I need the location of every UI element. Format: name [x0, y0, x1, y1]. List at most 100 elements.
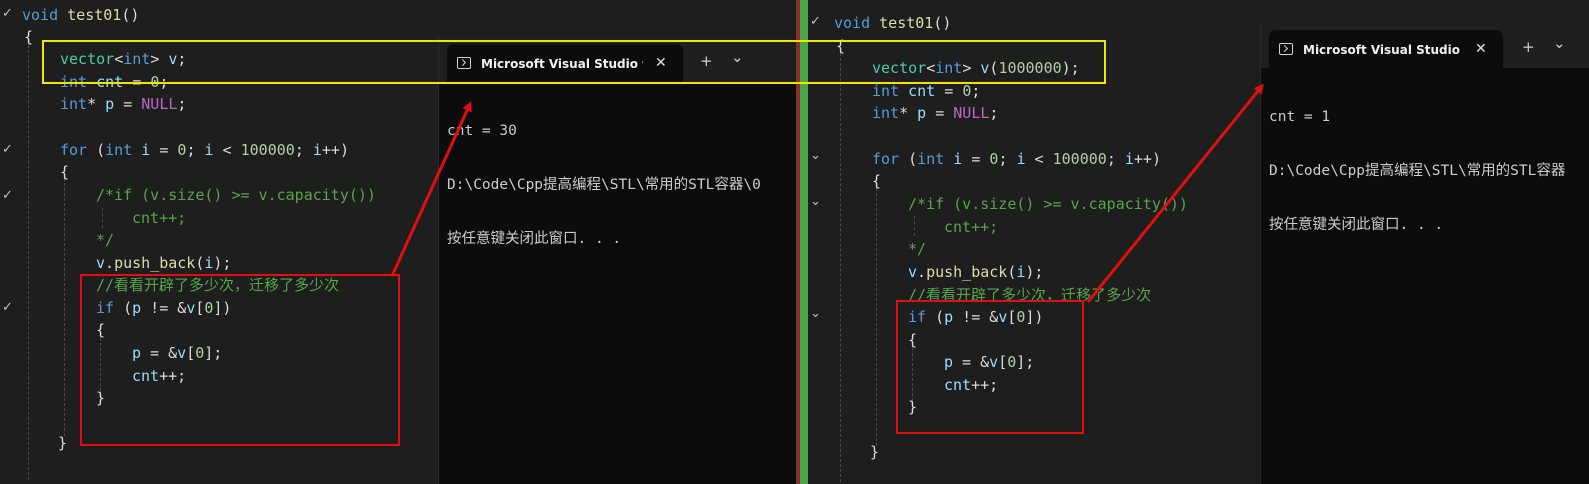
highlight-box-right-if-block: [896, 300, 1084, 434]
console-output: cnt = 1 D:\Code\Cpp提高编程\STL\常用的STL容器 按任意…: [1269, 72, 1565, 270]
code-token: .: [105, 254, 115, 272]
console-line: cnt = 1: [1269, 109, 1331, 125]
code-line: cnt++;: [132, 207, 186, 229]
code-token: int: [60, 95, 88, 113]
code-token: {: [60, 163, 70, 181]
code-token: int: [105, 141, 142, 159]
chevron-down-icon[interactable]: ⌄: [1553, 34, 1566, 52]
code-token: ++): [321, 141, 349, 159]
code-token: }: [58, 434, 68, 452]
code-token: cnt++;: [944, 218, 999, 236]
code-token: push_back: [926, 263, 1008, 281]
code-token: (: [908, 150, 918, 168]
code-token: }: [870, 443, 880, 461]
code-token: 100000: [240, 141, 295, 159]
code-line: int* p = NULL;: [872, 102, 998, 124]
indent-guide: [840, 48, 841, 482]
code-token: <: [1025, 150, 1053, 168]
code-token: =: [150, 141, 178, 159]
code-token: int: [872, 104, 900, 122]
code-token: push_back: [114, 254, 196, 272]
code-token: /*if (v.size() >= v.capacity()): [908, 195, 1188, 213]
fold-check-icon: ✓: [2, 6, 13, 21]
console-line: 按任意键关闭此窗口. . .: [447, 231, 622, 247]
indent-guide: [28, 40, 29, 480]
fold-check-icon: ✓: [2, 142, 13, 157]
code-token: );: [1025, 263, 1044, 281]
console-output: cnt = 30 D:\Code\Cpp提高编程\STL\常用的STL容器\0 …: [447, 86, 761, 284]
code-token: /*if (v.size() >= v.capacity()): [96, 186, 376, 204]
code-token: void: [834, 14, 880, 32]
code-line: v.push_back(i);: [908, 261, 1043, 283]
code-token: );: [213, 254, 232, 272]
code-line: */: [908, 238, 926, 260]
code-line: {: [60, 161, 69, 183]
code-token: for: [872, 150, 909, 168]
code-line: for (int i = 0; i < 100000; i++): [872, 148, 1161, 170]
code-token: (): [933, 14, 952, 32]
code-line: v.push_back(i);: [96, 252, 231, 274]
code-token: ;: [294, 141, 313, 159]
code-line: /*if (v.size() >= v.capacity()): [908, 193, 1188, 215]
indent-guide: [64, 178, 65, 436]
code-line: int* p = NULL;: [60, 93, 186, 115]
code-token: 100000: [1052, 150, 1107, 168]
code-line: }: [58, 432, 67, 454]
code-token: p: [105, 95, 115, 113]
fold-collapse-icon[interactable]: ⌄: [810, 148, 821, 163]
code-token: ;: [177, 95, 187, 113]
code-token: *: [899, 104, 918, 122]
fold-collapse-icon[interactable]: ⌄: [810, 194, 821, 209]
code-token: i: [312, 141, 322, 159]
code-line: cnt++;: [944, 216, 998, 238]
left-debug-console[interactable]: Microsoft Visual Studio 调试控制台 ✕ + ⌄ cnt …: [438, 36, 796, 484]
code-token: ;: [971, 82, 981, 100]
code-token: =: [114, 95, 142, 113]
console-tab-title: Microsoft Visual Studio 调试控制台: [1303, 42, 1463, 57]
code-token: NULL: [141, 95, 178, 113]
code-token: v: [908, 263, 918, 281]
code-token: i: [204, 141, 214, 159]
code-token: i: [953, 150, 963, 168]
console-line: D:\Code\Cpp提高编程\STL\常用的STL容器\0: [447, 177, 761, 193]
code-token: <: [213, 141, 241, 159]
code-token: =: [962, 150, 990, 168]
code-token: .: [917, 263, 927, 281]
fold-check-icon: ✓: [2, 188, 13, 203]
fold-collapse-icon[interactable]: ✓: [810, 14, 821, 29]
code-token: int: [917, 150, 954, 168]
code-token: test01: [67, 6, 122, 24]
close-icon[interactable]: ✕: [1475, 41, 1487, 57]
code-token: ;: [989, 104, 999, 122]
indent-guide: [102, 208, 103, 228]
code-token: */: [908, 240, 927, 258]
code-line: void test01(): [22, 4, 139, 26]
right-debug-console[interactable]: Microsoft Visual Studio 调试控制台 ✕ + ⌄ cnt …: [1260, 22, 1589, 484]
code-token: {: [872, 172, 882, 190]
code-token: int: [872, 82, 909, 100]
console-line: cnt = 30: [447, 123, 517, 139]
code-token: cnt++;: [132, 209, 187, 227]
code-token: void: [22, 6, 68, 24]
code-token: (: [96, 141, 106, 159]
code-line: for (int i = 0; i < 100000; i++): [60, 139, 349, 161]
code-token: i: [1016, 150, 1026, 168]
code-token: */: [96, 231, 115, 249]
code-line: }: [870, 441, 879, 463]
terminal-icon: [1279, 43, 1293, 55]
code-token: test01: [879, 14, 934, 32]
code-token: cnt: [908, 82, 936, 100]
code-token: 0: [962, 82, 972, 100]
code-token: ;: [186, 141, 205, 159]
console-tab-bar: Microsoft Visual Studio 调试控制台 ✕ + ⌄: [1261, 22, 1589, 68]
console-line: 按任意键关闭此窗口. . .: [1269, 217, 1444, 233]
highlight-box-left-if-block: [80, 274, 400, 446]
highlight-box-declaration: [42, 40, 1106, 84]
code-token: {: [24, 28, 34, 46]
fold-collapse-icon[interactable]: ⌄: [810, 306, 821, 321]
code-token: NULL: [953, 104, 990, 122]
indent-guide: [876, 188, 877, 446]
console-tab[interactable]: Microsoft Visual Studio 调试控制台 ✕: [1269, 30, 1503, 68]
code-line: */: [96, 229, 114, 251]
new-tab-button[interactable]: +: [1522, 38, 1535, 56]
